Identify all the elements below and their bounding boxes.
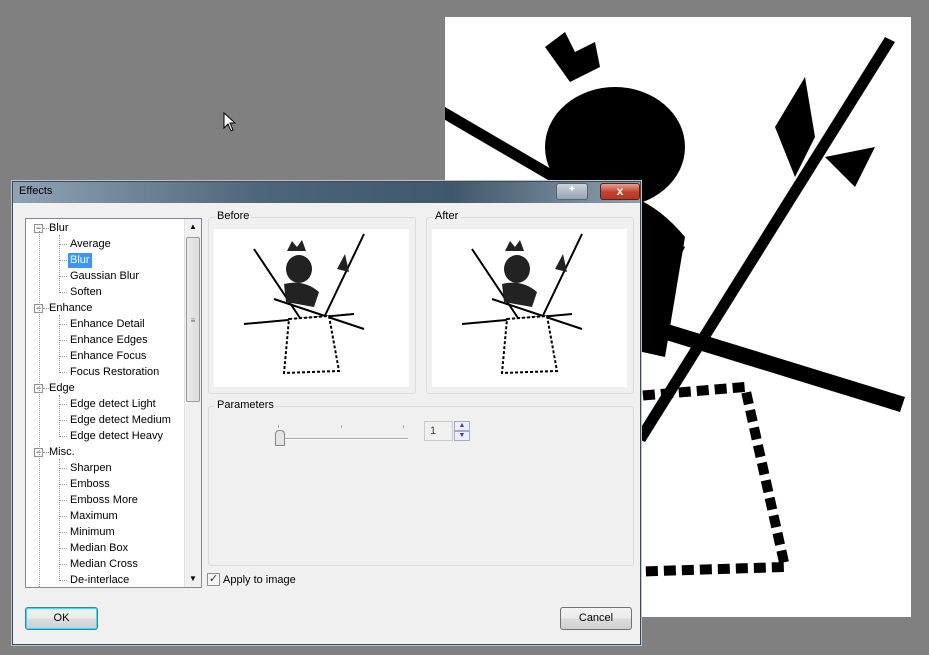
- dialog-title-bar[interactable]: Effects: [13, 182, 640, 203]
- pin-button[interactable]: ✦: [556, 183, 588, 200]
- tree-item[interactable]: Minimum: [68, 525, 117, 540]
- close-button[interactable]: x: [600, 183, 640, 200]
- tree-item[interactable]: Edge detect Heavy: [68, 429, 165, 444]
- tree-item[interactable]: Sharpen: [68, 461, 114, 476]
- tree-scrollbar[interactable]: ▲ ≡ ▼: [184, 219, 201, 587]
- before-group: Before: [208, 210, 416, 394]
- after-label: After: [433, 210, 461, 222]
- dialog-title: Effects: [19, 185, 53, 197]
- tree-item[interactable]: Enhance Edges: [68, 333, 150, 348]
- tree-item[interactable]: Edge detect Light: [68, 397, 158, 412]
- scroll-up-icon[interactable]: ▲: [185, 219, 201, 235]
- apply-to-image-checkbox[interactable]: ✓ Apply to image: [207, 573, 296, 586]
- spin-down-icon[interactable]: ▼: [454, 431, 470, 441]
- tree-item[interactable]: Focus Restoration: [68, 365, 161, 380]
- tree-group-misc[interactable]: Misc.: [49, 445, 75, 460]
- close-icon: x: [616, 184, 624, 198]
- tree-group-blur[interactable]: Blur: [49, 221, 69, 236]
- tree-item[interactable]: Gaussian Blur: [68, 269, 141, 284]
- tree-item[interactable]: Emboss More: [68, 493, 140, 508]
- checkbox-checked-icon: ✓: [207, 573, 220, 586]
- tree-item[interactable]: Average: [68, 237, 113, 252]
- parameter-slider[interactable]: [275, 425, 408, 448]
- knight-thumbnail: [461, 233, 583, 375]
- ok-button[interactable]: OK: [25, 607, 98, 630]
- after-group: After: [426, 210, 634, 394]
- spin-up-icon[interactable]: ▲: [454, 421, 470, 431]
- tree-item[interactable]: De-interlace: [68, 573, 131, 587]
- slider-thumb[interactable]: [275, 430, 285, 446]
- effects-tree[interactable]: ▲ ≡ ▼ − Blur Average Blur Gaussian Blur Softe…: [25, 218, 202, 588]
- tree-group-enhance[interactable]: Enhance: [49, 301, 92, 316]
- apply-to-image-label: Apply to image: [223, 573, 296, 586]
- tree-item[interactable]: Enhance Focus: [68, 349, 148, 364]
- cancel-button[interactable]: Cancel: [560, 607, 632, 630]
- tree-item[interactable]: Soften: [68, 285, 104, 300]
- tree-item[interactable]: Median Cross: [68, 557, 140, 572]
- pin-icon: ✦: [567, 184, 577, 195]
- tree-item[interactable]: Enhance Detail: [68, 317, 147, 332]
- scroll-down-icon[interactable]: ▼: [185, 571, 201, 587]
- before-label: Before: [215, 210, 252, 222]
- before-preview-image: [214, 229, 409, 387]
- tree-item[interactable]: Edge detect Medium: [68, 413, 173, 428]
- tree-item[interactable]: Median Box: [68, 541, 130, 556]
- knight-thumbnail: [243, 233, 365, 375]
- slider-track: [278, 438, 408, 440]
- tree-item[interactable]: Blur: [68, 253, 92, 268]
- effects-dialog: Effects ✦ x ▲ ≡ ▼ − Blur Average Blur Gaussi…: [12, 181, 641, 645]
- tree-group-edge[interactable]: Edge: [49, 381, 75, 396]
- mouse-cursor-icon: [223, 112, 237, 132]
- parameters-group: Parameters: [208, 399, 634, 566]
- scrollbar-thumb[interactable]: ≡: [186, 237, 200, 402]
- parameters-label: Parameters: [215, 399, 276, 411]
- after-preview-image: [432, 229, 627, 387]
- tree-item[interactable]: Emboss: [68, 477, 112, 492]
- tree-item[interactable]: Maximum: [68, 509, 120, 524]
- parameter-value-input[interactable]: 1: [424, 421, 453, 441]
